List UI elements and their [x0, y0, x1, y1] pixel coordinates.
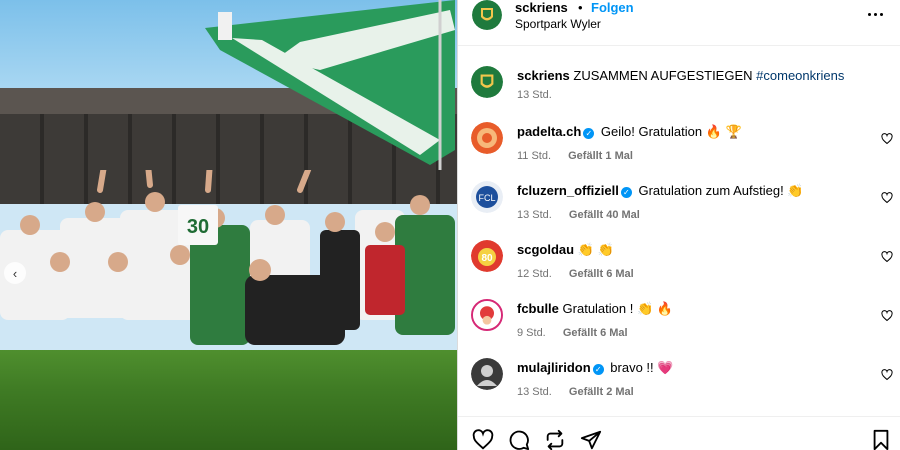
comment-text: Gratulation ! 👏 🔥 — [562, 301, 673, 316]
post-sidebar: sckriens • Folgen Sportpark Wyler sckrie… — [457, 0, 900, 450]
club-flag — [205, 0, 455, 170]
more-options-icon[interactable] — [868, 6, 888, 22]
svg-text:FCL: FCL — [478, 193, 495, 203]
pitch-grass — [0, 350, 457, 450]
comment-time: 13 Std. — [517, 209, 552, 221]
heart-icon[interactable] — [881, 251, 893, 263]
comment-user[interactable]: scgoldau — [517, 242, 574, 257]
avatar[interactable] — [471, 66, 503, 98]
avatar[interactable] — [471, 299, 503, 331]
comment-likes[interactable]: Gefällt 2 Mal — [569, 386, 634, 398]
heart-icon[interactable] — [881, 310, 893, 322]
comment-likes[interactable]: Gefällt 40 Mal — [569, 209, 640, 221]
share-icon[interactable] — [544, 429, 566, 450]
comment-user[interactable]: fcbulle — [517, 301, 559, 316]
verified-icon: ✓ — [620, 187, 632, 198]
post-header: sckriens • Folgen Sportpark Wyler — [458, 0, 900, 46]
jersey-number: 30 — [187, 216, 209, 238]
celebrating-team-crowd: 30 — [0, 170, 455, 345]
comment-likes[interactable]: Gefällt 1 Mal — [568, 150, 633, 162]
list-item: padelta.ch ✓ Geilo! Gratulation 🔥 🏆 11 St… — [458, 114, 900, 166]
avatar[interactable] — [471, 122, 503, 154]
list-item: fcbulle Gratulation ! 👏 🔥 9 Std. Gefällt… — [458, 291, 900, 343]
comment-user[interactable]: mulajliridon — [517, 360, 591, 375]
chevron-left-icon[interactable]: ‹ — [4, 262, 26, 284]
comment-icon[interactable] — [508, 429, 530, 450]
separator-dot: • — [578, 0, 583, 15]
list-item: 80 scgoldau 👏 👏 12 Std. Gefällt 6 Mal — [458, 232, 900, 284]
avatar[interactable] — [471, 358, 503, 390]
caption-body: ZUSAMMEN AUFGESTIEGEN — [573, 68, 753, 83]
follow-button[interactable]: Folgen — [591, 0, 634, 16]
list-item: mulajliridon ✓ bravo !! 💗 13 Std. Gefällt… — [458, 350, 900, 402]
caption: sckriens ZUSAMMEN AUFGESTIEGEN #comeonkr… — [458, 58, 900, 110]
hashtag-link[interactable]: #comeonkriens — [756, 68, 844, 83]
comment-time: 9 Std. — [517, 327, 546, 339]
verified-icon: ✓ — [583, 128, 595, 139]
comment-time: 13 Std. — [517, 386, 552, 398]
comment-time: 11 Std. — [517, 150, 552, 162]
send-icon[interactable] — [580, 429, 602, 450]
caption-time: 13 Std. — [517, 89, 552, 101]
avatar[interactable]: 80 — [471, 240, 503, 272]
comment-user[interactable]: padelta.ch — [517, 124, 581, 139]
heart-icon[interactable] — [881, 192, 893, 204]
heart-icon[interactable] — [472, 429, 494, 450]
location-link[interactable]: Sportpark Wyler — [515, 17, 601, 32]
account-name[interactable]: sckriens — [515, 0, 568, 16]
heart-icon[interactable] — [881, 369, 893, 381]
comment-likes[interactable]: Gefällt 6 Mal — [563, 327, 628, 339]
comment-user[interactable]: fcluzern_offiziell — [517, 183, 619, 198]
avatar[interactable]: FCL — [471, 181, 503, 213]
comment-likes[interactable]: Gefällt 6 Mal — [569, 268, 634, 280]
caption-text: sckriens ZUSAMMEN AUFGESTIEGEN #comeonkr… — [517, 68, 844, 84]
avatar[interactable] — [472, 0, 502, 30]
list-item: FCL fcluzern_offiziell ✓ Gratulation zum … — [458, 173, 900, 225]
post-photo[interactable]: 30 ‹ — [0, 0, 457, 450]
heart-icon[interactable] — [881, 133, 893, 145]
comment-text: 👏 👏 — [577, 242, 614, 257]
post-actions-bar — [458, 416, 900, 450]
verified-icon: ✓ — [592, 364, 604, 375]
comment-text: bravo !! 💗 — [610, 360, 674, 375]
comment-text: Geilo! Gratulation 🔥 🏆 — [600, 124, 742, 139]
bookmark-icon[interactable] — [870, 429, 892, 450]
caption-user[interactable]: sckriens — [517, 68, 570, 83]
svg-text:80: 80 — [481, 253, 493, 264]
comment-text: Gratulation zum Aufstieg! 👏 — [638, 183, 804, 198]
comment-time: 12 Std. — [517, 268, 552, 280]
